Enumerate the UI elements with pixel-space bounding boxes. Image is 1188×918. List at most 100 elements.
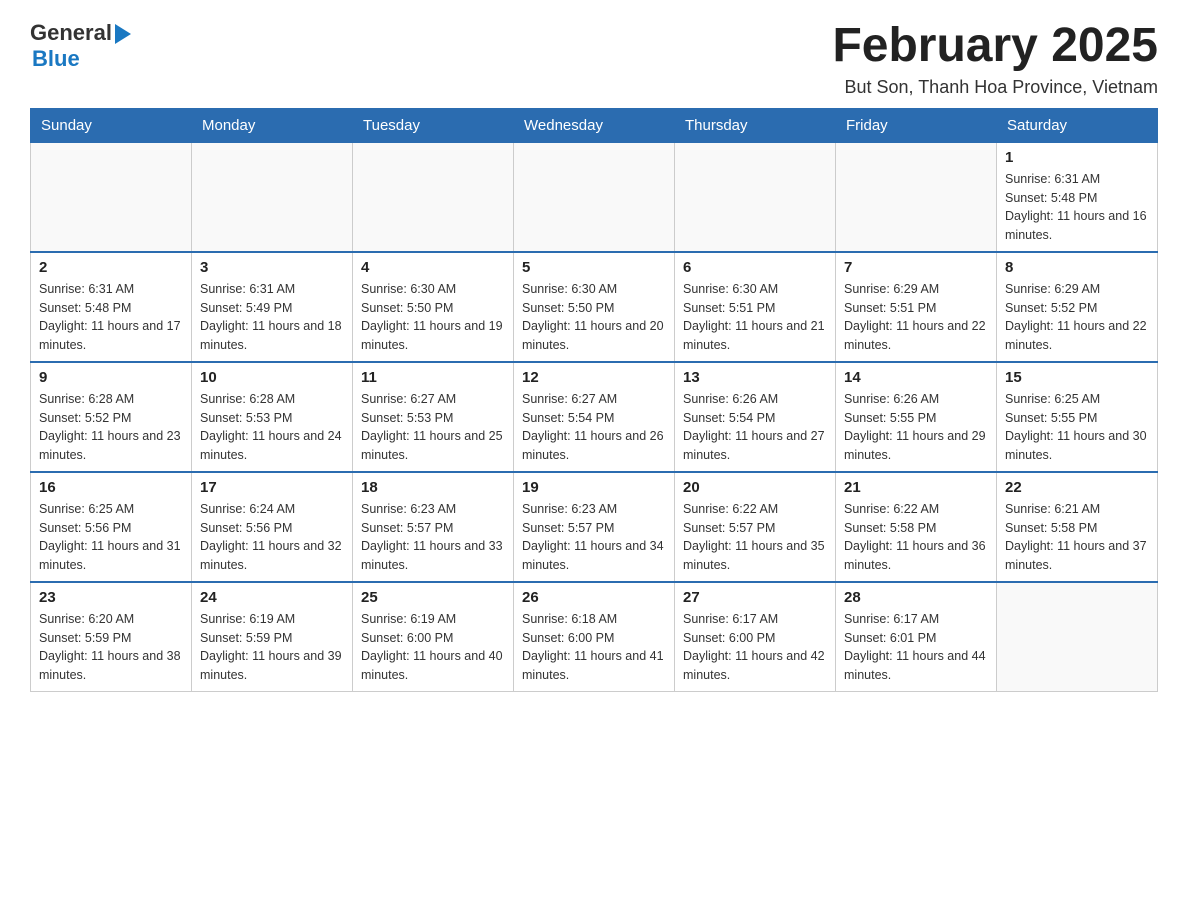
calendar-day-cell: 17 Sunrise: 6:24 AMSunset: 5:56 PMDayligh… [192, 472, 353, 582]
day-info: Sunrise: 6:19 AMSunset: 6:00 PMDaylight:… [361, 610, 505, 685]
calendar-day-cell: 9 Sunrise: 6:28 AMSunset: 5:52 PMDaylight… [31, 362, 192, 472]
calendar-day-cell: 8Sunrise: 6:29 AMSunset: 5:52 PMDaylight… [997, 252, 1158, 362]
weekday-header-saturday: Saturday [997, 108, 1158, 142]
calendar-day-cell [192, 142, 353, 252]
calendar-day-cell [675, 142, 836, 252]
day-info: Sunrise: 6:27 AMSunset: 5:54 PMDaylight:… [522, 390, 666, 465]
calendar-day-cell: 27 Sunrise: 6:17 AMSunset: 6:00 PMDayligh… [675, 582, 836, 692]
day-info: Sunrise: 6:25 AMSunset: 5:55 PMDaylight:… [1005, 390, 1149, 465]
day-info: Sunrise: 6:31 AMSunset: 5:48 PMDaylight:… [1005, 170, 1149, 245]
day-number: 27 [683, 589, 827, 606]
day-number: 15 [1005, 369, 1149, 386]
calendar-day-cell [836, 142, 997, 252]
logo-general-text: General [30, 20, 112, 46]
logo-blue-text: Blue [32, 46, 80, 72]
day-info: Sunrise: 6:26 AMSunset: 5:54 PMDaylight:… [683, 390, 827, 465]
weekday-header-friday: Friday [836, 108, 997, 142]
day-info: Sunrise: 6:28 AMSunset: 5:52 PMDaylight:… [39, 390, 183, 465]
day-info: Sunrise: 6:19 AMSunset: 5:59 PMDaylight:… [200, 610, 344, 685]
calendar-day-cell: 5 Sunrise: 6:30 AMSunset: 5:50 PMDaylight… [514, 252, 675, 362]
location-text: But Son, Thanh Hoa Province, Vietnam [832, 77, 1158, 98]
calendar-day-cell: 13Sunrise: 6:26 AMSunset: 5:54 PMDayligh… [675, 362, 836, 472]
day-number: 3 [200, 259, 344, 276]
weekday-header-sunday: Sunday [31, 108, 192, 142]
calendar-day-cell [997, 582, 1158, 692]
day-number: 18 [361, 479, 505, 496]
day-info: Sunrise: 6:26 AMSunset: 5:55 PMDaylight:… [844, 390, 988, 465]
calendar-day-cell: 18 Sunrise: 6:23 AMSunset: 5:57 PMDayligh… [353, 472, 514, 582]
day-number: 5 [522, 259, 666, 276]
title-section: February 2025 But Son, Thanh Hoa Provinc… [832, 20, 1158, 98]
day-info: Sunrise: 6:30 AMSunset: 5:50 PMDaylight:… [361, 280, 505, 355]
logo-arrow-icon [115, 24, 131, 44]
day-number: 10 [200, 369, 344, 386]
day-info: Sunrise: 6:17 AMSunset: 6:01 PMDaylight:… [844, 610, 988, 685]
calendar-table: SundayMondayTuesdayWednesdayThursdayFrid… [30, 108, 1158, 692]
day-number: 21 [844, 479, 988, 496]
calendar-day-cell: 6Sunrise: 6:30 AMSunset: 5:51 PMDaylight… [675, 252, 836, 362]
weekday-header-thursday: Thursday [675, 108, 836, 142]
day-number: 28 [844, 589, 988, 606]
day-info: Sunrise: 6:23 AMSunset: 5:57 PMDaylight:… [522, 500, 666, 575]
day-info: Sunrise: 6:17 AMSunset: 6:00 PMDaylight:… [683, 610, 827, 685]
day-number: 24 [200, 589, 344, 606]
day-number: 7 [844, 259, 988, 276]
weekday-header-tuesday: Tuesday [353, 108, 514, 142]
day-number: 23 [39, 589, 183, 606]
calendar-day-cell: 12 Sunrise: 6:27 AMSunset: 5:54 PMDayligh… [514, 362, 675, 472]
calendar-day-cell [31, 142, 192, 252]
day-number: 25 [361, 589, 505, 606]
day-number: 17 [200, 479, 344, 496]
day-info: Sunrise: 6:27 AMSunset: 5:53 PMDaylight:… [361, 390, 505, 465]
calendar-day-cell: 10 Sunrise: 6:28 AMSunset: 5:53 PMDayligh… [192, 362, 353, 472]
calendar-day-cell: 25 Sunrise: 6:19 AMSunset: 6:00 PMDayligh… [353, 582, 514, 692]
day-number: 11 [361, 369, 505, 386]
calendar-day-cell: 23 Sunrise: 6:20 AMSunset: 5:59 PMDayligh… [31, 582, 192, 692]
day-number: 20 [683, 479, 827, 496]
calendar-day-cell: 24 Sunrise: 6:19 AMSunset: 5:59 PMDayligh… [192, 582, 353, 692]
calendar-week-row-5: 23 Sunrise: 6:20 AMSunset: 5:59 PMDayligh… [31, 582, 1158, 692]
calendar-day-cell: 1 Sunrise: 6:31 AMSunset: 5:48 PMDaylight… [997, 142, 1158, 252]
day-info: Sunrise: 6:23 AMSunset: 5:57 PMDaylight:… [361, 500, 505, 575]
day-number: 12 [522, 369, 666, 386]
day-info: Sunrise: 6:20 AMSunset: 5:59 PMDaylight:… [39, 610, 183, 685]
day-info: Sunrise: 6:18 AMSunset: 6:00 PMDaylight:… [522, 610, 666, 685]
page-header: General Blue February 2025 But Son, Than… [30, 20, 1158, 98]
day-info: Sunrise: 6:22 AMSunset: 5:57 PMDaylight:… [683, 500, 827, 575]
logo: General Blue [30, 20, 131, 72]
day-number: 1 [1005, 149, 1149, 166]
calendar-day-cell: 4 Sunrise: 6:30 AMSunset: 5:50 PMDaylight… [353, 252, 514, 362]
day-number: 14 [844, 369, 988, 386]
month-title: February 2025 [832, 20, 1158, 73]
day-info: Sunrise: 6:30 AMSunset: 5:50 PMDaylight:… [522, 280, 666, 355]
weekday-header-monday: Monday [192, 108, 353, 142]
calendar-day-cell: 3 Sunrise: 6:31 AMSunset: 5:49 PMDaylight… [192, 252, 353, 362]
day-info: Sunrise: 6:24 AMSunset: 5:56 PMDaylight:… [200, 500, 344, 575]
day-number: 8 [1005, 259, 1149, 276]
day-info: Sunrise: 6:31 AMSunset: 5:48 PMDaylight:… [39, 280, 183, 355]
calendar-day-cell: 16 Sunrise: 6:25 AMSunset: 5:56 PMDayligh… [31, 472, 192, 582]
day-number: 4 [361, 259, 505, 276]
day-info: Sunrise: 6:28 AMSunset: 5:53 PMDaylight:… [200, 390, 344, 465]
calendar-day-cell: 22Sunrise: 6:21 AMSunset: 5:58 PMDayligh… [997, 472, 1158, 582]
day-info: Sunrise: 6:25 AMSunset: 5:56 PMDaylight:… [39, 500, 183, 575]
day-info: Sunrise: 6:31 AMSunset: 5:49 PMDaylight:… [200, 280, 344, 355]
calendar-week-row-4: 16 Sunrise: 6:25 AMSunset: 5:56 PMDayligh… [31, 472, 1158, 582]
day-number: 22 [1005, 479, 1149, 496]
calendar-day-cell: 28 Sunrise: 6:17 AMSunset: 6:01 PMDayligh… [836, 582, 997, 692]
calendar-day-cell: 19Sunrise: 6:23 AMSunset: 5:57 PMDayligh… [514, 472, 675, 582]
calendar-day-cell: 2 Sunrise: 6:31 AMSunset: 5:48 PMDaylight… [31, 252, 192, 362]
weekday-header-row: SundayMondayTuesdayWednesdayThursdayFrid… [31, 108, 1158, 142]
calendar-day-cell [353, 142, 514, 252]
day-number: 16 [39, 479, 183, 496]
day-number: 2 [39, 259, 183, 276]
day-info: Sunrise: 6:22 AMSunset: 5:58 PMDaylight:… [844, 500, 988, 575]
day-number: 9 [39, 369, 183, 386]
calendar-day-cell: 20 Sunrise: 6:22 AMSunset: 5:57 PMDayligh… [675, 472, 836, 582]
calendar-day-cell: 11 Sunrise: 6:27 AMSunset: 5:53 PMDayligh… [353, 362, 514, 472]
day-number: 6 [683, 259, 827, 276]
day-info: Sunrise: 6:29 AMSunset: 5:51 PMDaylight:… [844, 280, 988, 355]
weekday-header-wednesday: Wednesday [514, 108, 675, 142]
day-number: 26 [522, 589, 666, 606]
calendar-day-cell: 21 Sunrise: 6:22 AMSunset: 5:58 PMDayligh… [836, 472, 997, 582]
